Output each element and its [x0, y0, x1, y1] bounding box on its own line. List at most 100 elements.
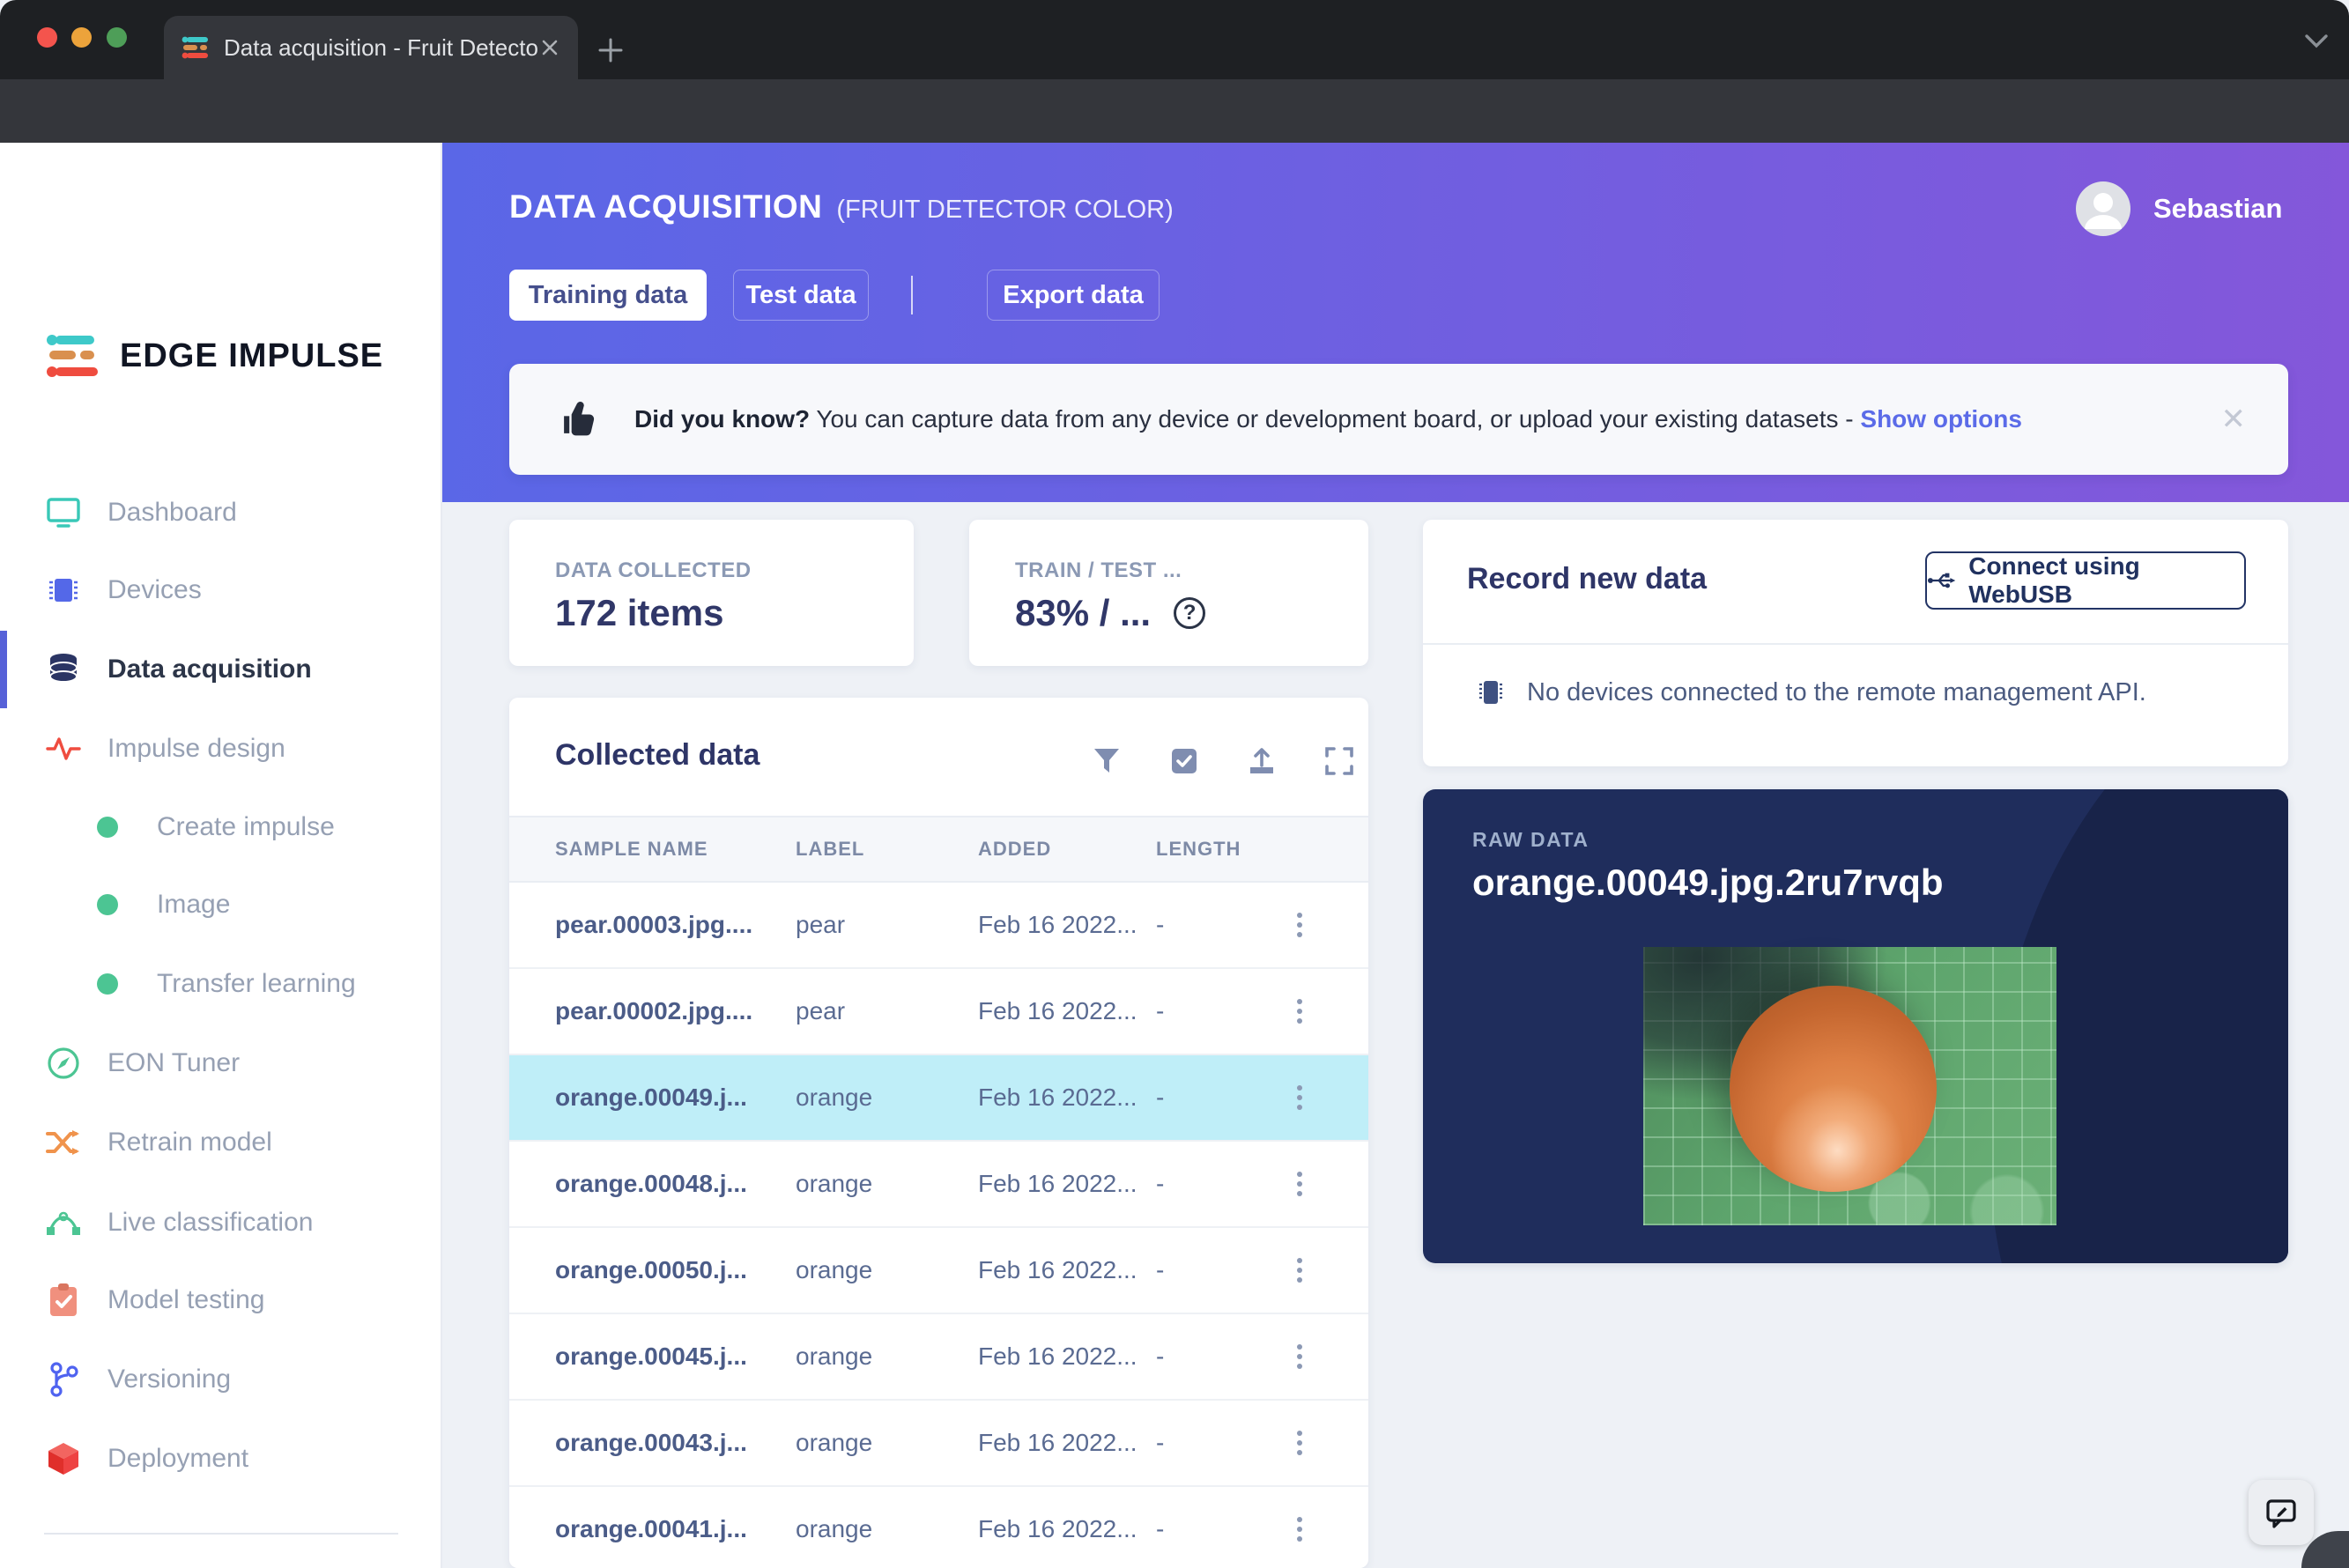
sidebar-item-label: Image: [157, 890, 231, 919]
sidebar-item-retrain-model[interactable]: Retrain model: [0, 1104, 441, 1181]
minimize-window-button[interactable]: [71, 27, 92, 48]
screen: Data acquisition - Fruit Detecto EDGE IM…: [0, 0, 2349, 1568]
cube-icon: [46, 1441, 81, 1476]
monitor-icon: [46, 495, 81, 530]
sidebar-item-create-impulse[interactable]: Create impulse: [0, 788, 441, 866]
sidebar-item-label: Devices: [107, 575, 202, 604]
data-collected-value: 172 items: [555, 592, 724, 633]
raw-data-card: RAW DATA orange.00049.jpg.2ru7rvqb: [1423, 789, 2288, 1263]
table-header: SAMPLE NAME LABEL ADDED LENGTH: [509, 816, 1368, 883]
edge-impulse-logo-icon: [47, 335, 98, 377]
data-collected-card: DATA COLLECTED 172 items: [509, 520, 914, 666]
table-row[interactable]: orange.00048.j... orange Feb 16 2022... -: [509, 1142, 1368, 1228]
step-dot-icon: [97, 894, 118, 915]
page-title: DATA ACQUISITION: [509, 189, 823, 225]
user-avatar: [2076, 181, 2130, 236]
row-menu-icon[interactable]: [1297, 1085, 1302, 1091]
sidebar-item-deployment[interactable]: Deployment: [0, 1420, 441, 1498]
sidebar-item-label: Live classification: [107, 1208, 314, 1237]
row-menu-icon[interactable]: [1297, 1344, 1302, 1350]
browser-toolbar: https://studio.edgeimpulse.com/studio/81…: [0, 79, 2349, 217]
usb-icon: [1927, 573, 1956, 588]
table-row[interactable]: pear.00002.jpg.... pear Feb 16 2022... -: [509, 969, 1368, 1055]
sidebar-item-label: EON Tuner: [107, 1048, 241, 1077]
data-collected-label: DATA COLLECTED: [555, 558, 752, 582]
feedback-bubble-pencil-icon: [2266, 1499, 2296, 1528]
edge-impulse-logo[interactable]: EDGE IMPULSE: [46, 331, 383, 381]
new-tab-button[interactable]: [596, 35, 626, 65]
user-name: Sebastian: [2153, 193, 2283, 224]
sidebar-item-dashboard[interactable]: Dashboard: [0, 474, 441, 551]
row-menu-icon[interactable]: [1297, 999, 1302, 1004]
sidebar-item-versioning[interactable]: Versioning: [0, 1341, 441, 1418]
tab-title: Data acquisition - Fruit Detecto: [224, 33, 538, 61]
git-branch-icon: [46, 1362, 81, 1397]
connect-webusb-button[interactable]: Connect using WebUSB: [1925, 551, 2246, 610]
tab-divider: [911, 276, 913, 314]
chip-icon: [46, 573, 81, 608]
tab-training-data[interactable]: Training data: [509, 270, 707, 321]
filter-icon[interactable]: [1089, 743, 1124, 779]
sidebar-item-label: Deployment: [107, 1444, 249, 1473]
record-new-data-title: Record new data: [1467, 562, 1708, 595]
sidebar-item-model-testing[interactable]: Model testing: [0, 1261, 441, 1339]
shuffle-icon: [46, 1125, 81, 1160]
row-menu-icon[interactable]: [1297, 1431, 1302, 1436]
browser-titlebar: Data acquisition - Fruit Detecto: [0, 0, 2349, 79]
zoom-window-button[interactable]: [107, 27, 127, 48]
connect-webusb-label: Connect using WebUSB: [1968, 552, 2140, 608]
sidebar-item-label: Transfer learning: [157, 969, 356, 998]
edge-impulse-favicon: [182, 36, 208, 59]
tab-export-data[interactable]: Export data: [987, 270, 1160, 321]
table-row[interactable]: orange.00043.j... orange Feb 16 2022... -: [509, 1401, 1368, 1487]
sidebar-item-transfer-learning[interactable]: Transfer learning: [0, 945, 441, 1023]
table-row[interactable]: orange.00045.j... orange Feb 16 2022... -: [509, 1314, 1368, 1401]
sidebar-item-live-classification[interactable]: Live classification: [0, 1184, 441, 1261]
table-row[interactable]: orange.00050.j... orange Feb 16 2022... -: [509, 1228, 1368, 1314]
tab-test-data[interactable]: Test data: [733, 270, 869, 321]
sidebar-item-impulse-design[interactable]: Impulse design: [0, 710, 441, 788]
sidebar-item-label: Versioning: [107, 1365, 232, 1394]
record-new-data-card: Record new data Connect using WebUSB No …: [1423, 520, 2288, 766]
banner-text: Did you know? You can capture data from …: [634, 405, 2221, 433]
did-you-know-banner: Did you know? You can capture data from …: [509, 364, 2288, 475]
record-card-divider: [1423, 643, 2288, 645]
feedback-button[interactable]: [2249, 1480, 2314, 1545]
database-icon: [46, 652, 81, 687]
project-name: (FRUIT DETECTOR COLOR): [836, 196, 1174, 224]
banner-body-text: You can capture data from any device or …: [810, 405, 1861, 433]
sidebar-item-label: Create impulse: [157, 812, 335, 841]
expand-icon[interactable]: [1322, 743, 1357, 779]
raw-sample-name: orange.00049.jpg.2ru7rvqb: [1472, 862, 1944, 903]
logo-text: EDGE IMPULSE: [120, 337, 384, 374]
page-title-row: DATA ACQUISITION (FRUIT DETECTOR COLOR): [509, 189, 1174, 226]
close-window-button[interactable]: [37, 27, 57, 48]
show-options-link[interactable]: Show options: [1860, 405, 2022, 433]
row-menu-icon[interactable]: [1297, 1517, 1302, 1522]
window-menu-chevron-icon[interactable]: [2303, 30, 2330, 51]
train-test-label: TRAIN / TEST ...: [1015, 558, 1182, 582]
sidebar-item-eon-tuner[interactable]: EON Tuner: [0, 1024, 441, 1102]
orange-fruit: [1730, 986, 1937, 1193]
table-row[interactable]: pear.00003.jpg.... pear Feb 16 2022... -: [509, 883, 1368, 969]
sidebar-item-label: Data acquisition: [107, 655, 312, 684]
tab-close-icon[interactable]: [539, 37, 560, 58]
row-menu-icon[interactable]: [1297, 913, 1302, 918]
row-menu-icon[interactable]: [1297, 1172, 1302, 1177]
row-menu-icon[interactable]: [1297, 1258, 1302, 1263]
browser-tab[interactable]: Data acquisition - Fruit Detecto: [164, 16, 578, 79]
table-row-selected[interactable]: orange.00049.j... orange Feb 16 2022... -: [509, 1055, 1368, 1142]
sidebar-item-data-acquisition[interactable]: Data acquisition: [0, 631, 441, 708]
banner-close-button[interactable]: ✕: [2221, 402, 2247, 437]
select-checkbox-icon[interactable]: [1167, 743, 1202, 779]
sidebar-item-label: Retrain model: [107, 1128, 272, 1157]
user-chip[interactable]: Sebastian: [2076, 181, 2282, 236]
sidebar-item-image[interactable]: Image: [0, 866, 441, 943]
step-dot-icon: [97, 817, 118, 838]
table-row[interactable]: orange.00041.j... orange Feb 16 2022... -: [509, 1487, 1368, 1568]
help-icon[interactable]: ?: [1174, 597, 1206, 629]
sidebar-item-label: Model testing: [107, 1285, 265, 1314]
upload-icon[interactable]: [1244, 743, 1279, 779]
sidebar-item-devices[interactable]: Devices: [0, 551, 441, 629]
collected-data-card: Collected data SAMPLE NAME LABEL ADDED L…: [509, 698, 1368, 1568]
